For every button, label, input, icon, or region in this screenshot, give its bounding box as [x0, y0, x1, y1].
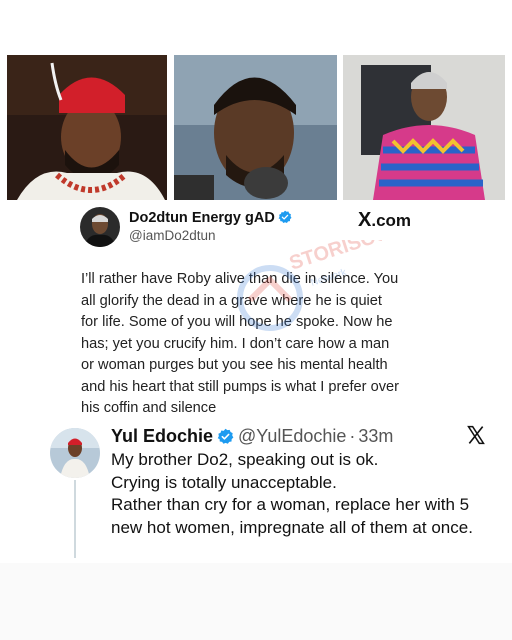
reply-author-avatar[interactable] — [50, 428, 100, 478]
reply-author-handle[interactable]: @YulEdochie — [238, 426, 346, 446]
author-name[interactable]: Do2dtun Energy gAD — [129, 210, 292, 226]
reply-text: My brother Do2, speaking out is ok. Cryi… — [111, 449, 501, 539]
x-logo-text: X — [358, 209, 372, 231]
reply-line: My brother Do2, speaking out is ok. — [111, 450, 379, 469]
reply-timestamp[interactable]: 33m — [358, 426, 393, 446]
verified-badge-icon — [217, 428, 234, 444]
author-name-text: Do2dtun Energy gAD — [129, 210, 275, 226]
verified-badge-icon — [278, 210, 292, 223]
reply-line: Crying is totally unacceptable. — [111, 472, 337, 492]
reply-author-name[interactable]: Yul Edochie — [111, 426, 213, 446]
post-text: I’ll rather have Roby alive than die in … — [81, 271, 399, 416]
author-avatar[interactable] — [80, 207, 120, 247]
source-label: X.com — [358, 209, 411, 232]
source-suffix: .com — [371, 211, 412, 230]
author-handle[interactable]: @iamDo2dtun — [129, 228, 216, 243]
x-logo-icon — [467, 425, 485, 445]
reply-author-line[interactable]: Yul Edochie @YulEdochie · 33m — [111, 426, 393, 447]
reply-separator: · — [349, 426, 356, 446]
photo-do2dtun-mic — [174, 55, 337, 200]
thread-line — [74, 480, 76, 558]
bottom-blank-area — [0, 563, 512, 640]
reply-line: Rather than cry for a woman, replace her… — [111, 495, 473, 537]
photo-do2dtun-sweater — [343, 55, 505, 200]
photo-yul-edochie — [7, 55, 167, 200]
